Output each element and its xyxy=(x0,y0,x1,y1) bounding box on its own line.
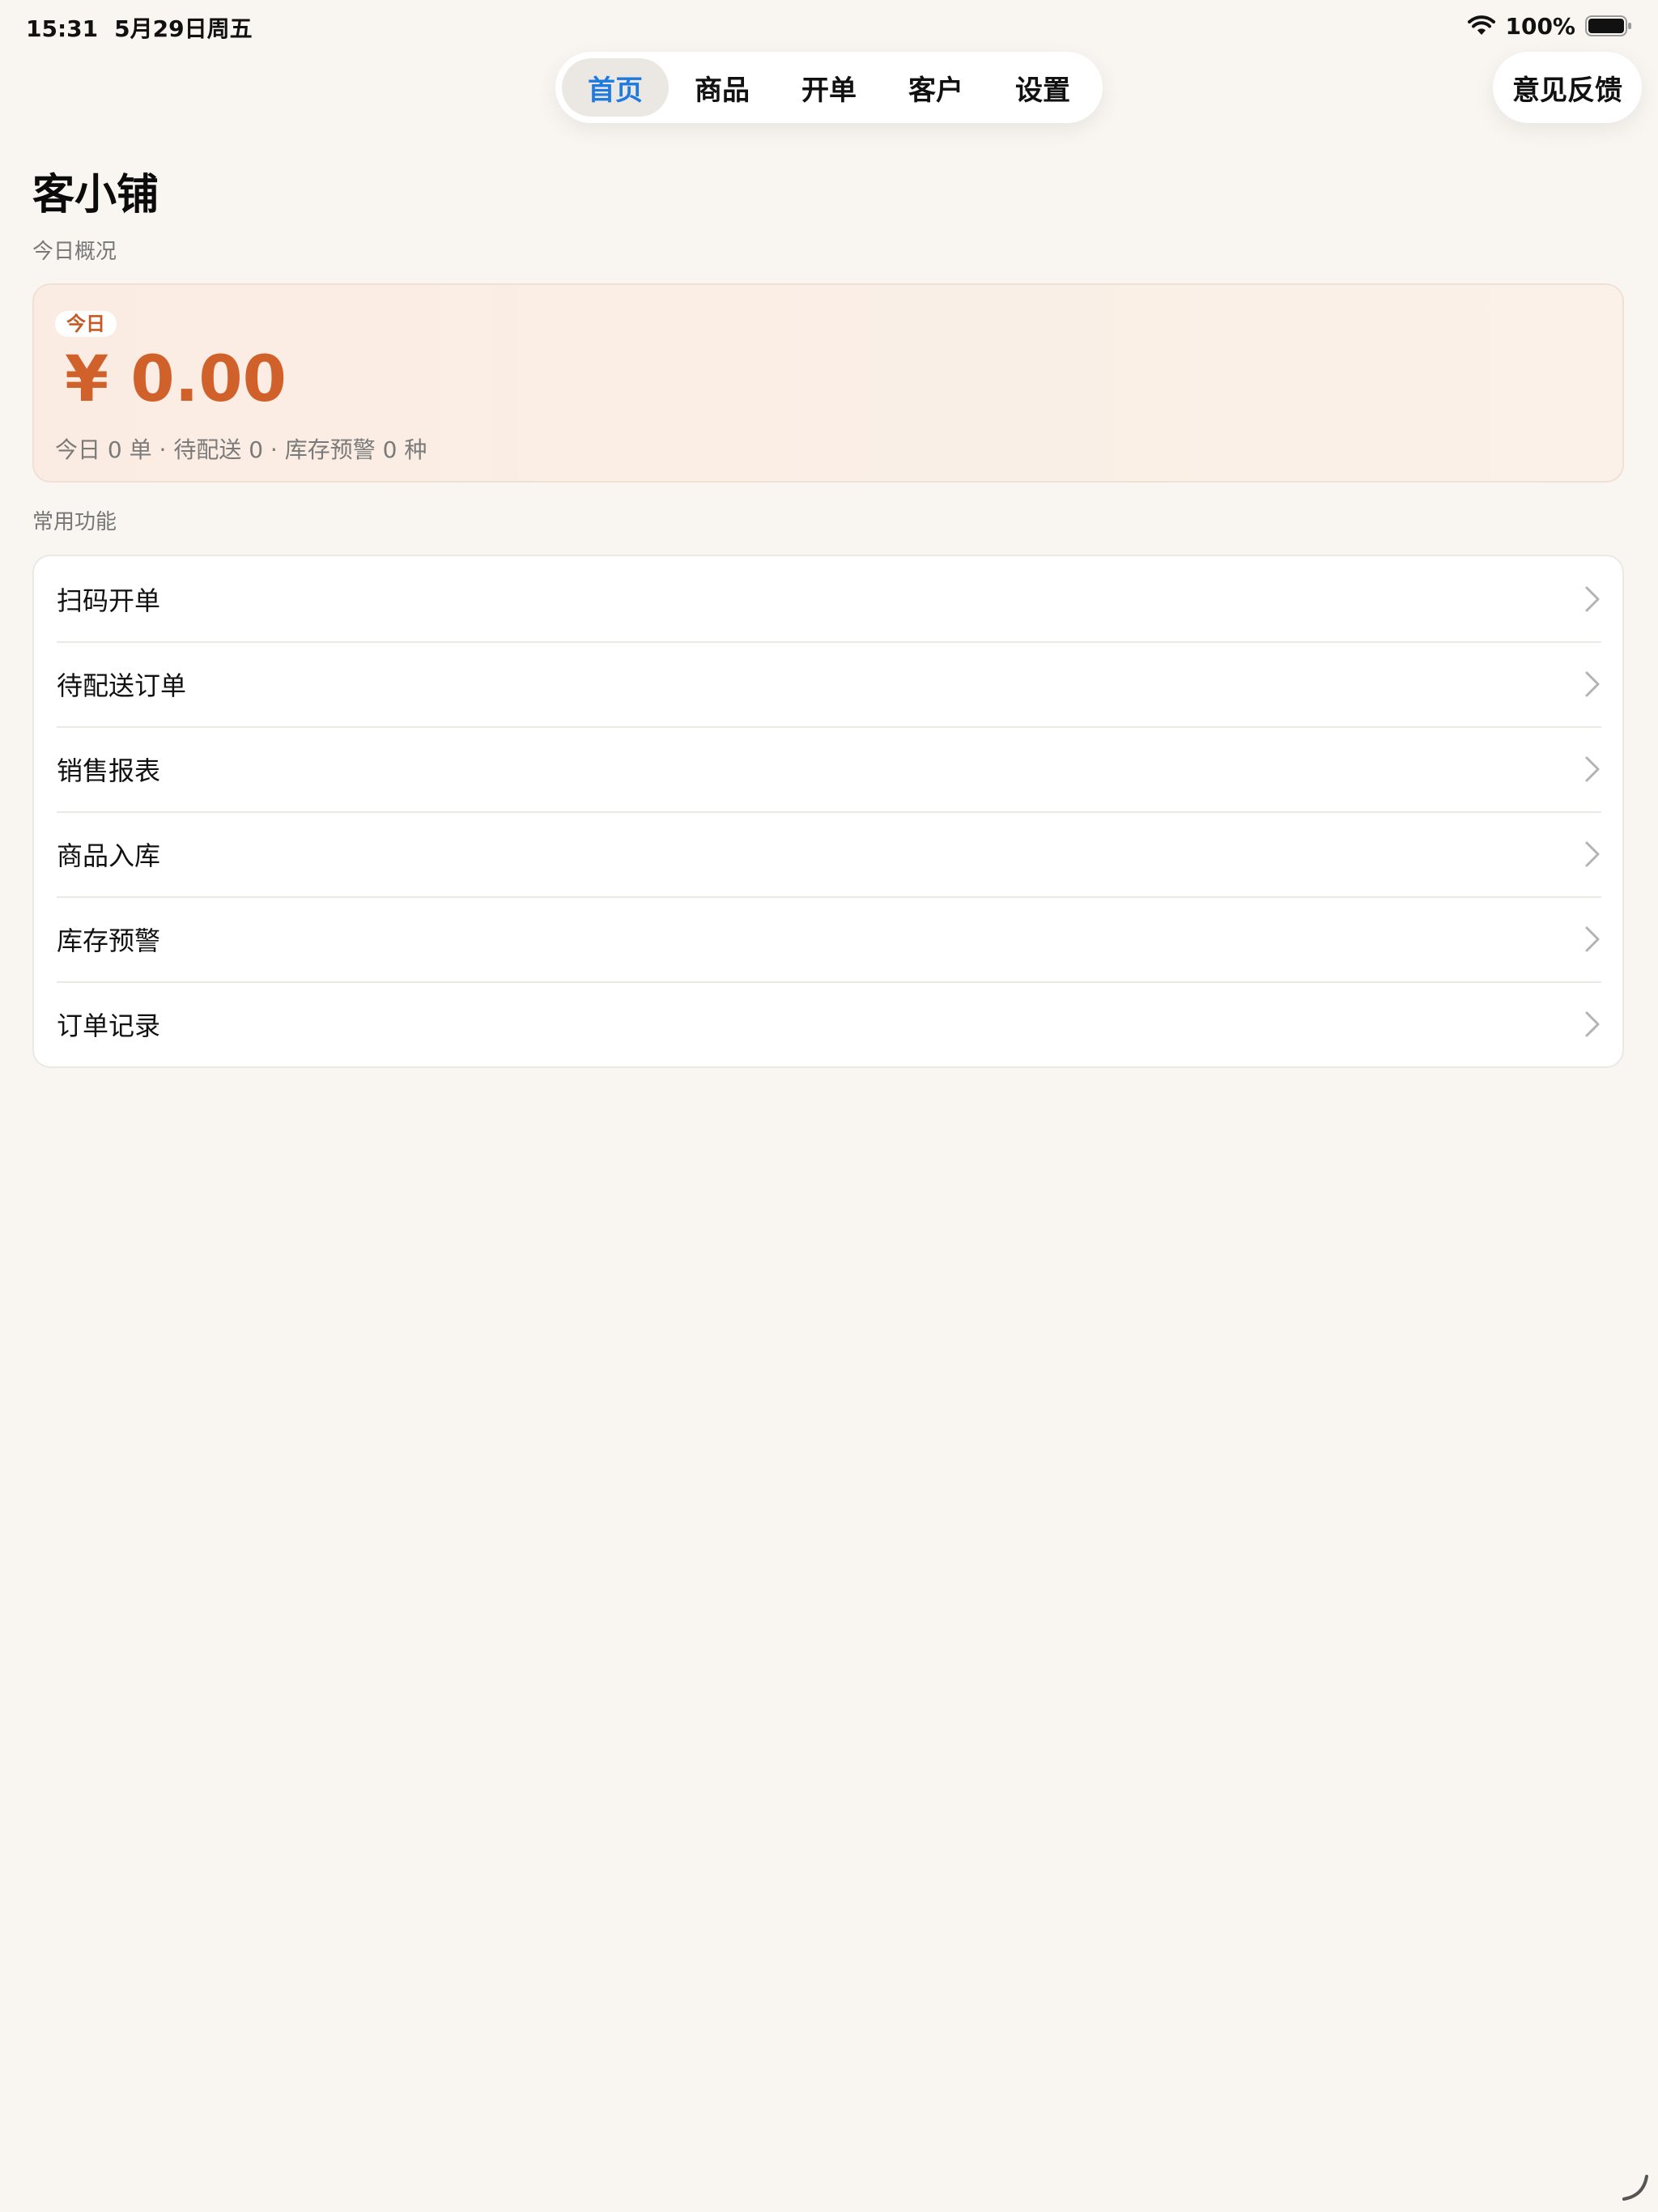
overview-section-label: 今日概况 xyxy=(32,240,117,264)
wifi-icon xyxy=(1468,15,1496,35)
status-clock: 15:31 5月29日周五 xyxy=(26,11,253,44)
status-bar: 15:31 5月29日周五 100% xyxy=(0,0,1658,52)
function-list: 扫码开单 待配送订单 销售报表 商品入库 库存预警 订单记录 xyxy=(32,555,1624,1068)
function-scan-order[interactable]: 扫码开单 xyxy=(34,556,1622,641)
function-label: 商品入库 xyxy=(57,840,161,871)
today-amount: ¥ 0.00 xyxy=(65,343,287,416)
window-resize-handle-icon[interactable] xyxy=(1619,2172,1652,2204)
tab-home[interactable]: 首页 xyxy=(562,58,669,117)
chevron-right-icon xyxy=(1585,586,1600,612)
tab-create-order[interactable]: 开单 xyxy=(776,58,882,117)
chevron-right-icon xyxy=(1585,1011,1600,1037)
today-summary-card: 今日 ¥ 0.00 今日 0 单 · 待配送 0 · 库存预警 0 种 xyxy=(32,283,1624,483)
chevron-right-icon xyxy=(1585,926,1600,952)
feedback-button[interactable]: 意见反馈 xyxy=(1493,52,1642,123)
function-sales-report[interactable]: 销售报表 xyxy=(34,726,1622,811)
function-stock-in[interactable]: 商品入库 xyxy=(34,811,1622,896)
function-label: 销售报表 xyxy=(57,755,161,786)
function-label: 库存预警 xyxy=(57,925,161,956)
common-functions-label: 常用功能 xyxy=(32,510,117,534)
today-summary-line: 今日 0 单 · 待配送 0 · 库存预警 0 种 xyxy=(55,436,427,463)
status-time: 15:31 xyxy=(26,15,99,42)
function-label: 待配送订单 xyxy=(57,670,187,701)
chevron-right-icon xyxy=(1585,671,1600,697)
page-title: 客小铺 xyxy=(32,171,159,219)
function-order-history[interactable]: 订单记录 xyxy=(34,981,1622,1066)
function-stock-alert[interactable]: 库存预警 xyxy=(34,896,1622,981)
tab-products[interactable]: 商品 xyxy=(669,58,776,117)
function-label: 扫码开单 xyxy=(57,585,161,616)
battery-percent: 100% xyxy=(1505,12,1575,40)
status-date: 5月29日周五 xyxy=(114,15,253,42)
top-tab-bar: 首页 商品 开单 客户 设置 xyxy=(555,52,1103,123)
chevron-right-icon xyxy=(1585,756,1600,782)
tab-customers[interactable]: 客户 xyxy=(882,58,989,117)
status-indicators: 100% xyxy=(1468,10,1632,42)
tab-settings[interactable]: 设置 xyxy=(989,58,1096,117)
today-badge: 今日 xyxy=(55,311,117,337)
chevron-right-icon xyxy=(1585,841,1600,867)
function-pending-delivery[interactable]: 待配送订单 xyxy=(34,641,1622,726)
function-label: 订单记录 xyxy=(57,1010,161,1041)
battery-icon xyxy=(1585,15,1631,36)
